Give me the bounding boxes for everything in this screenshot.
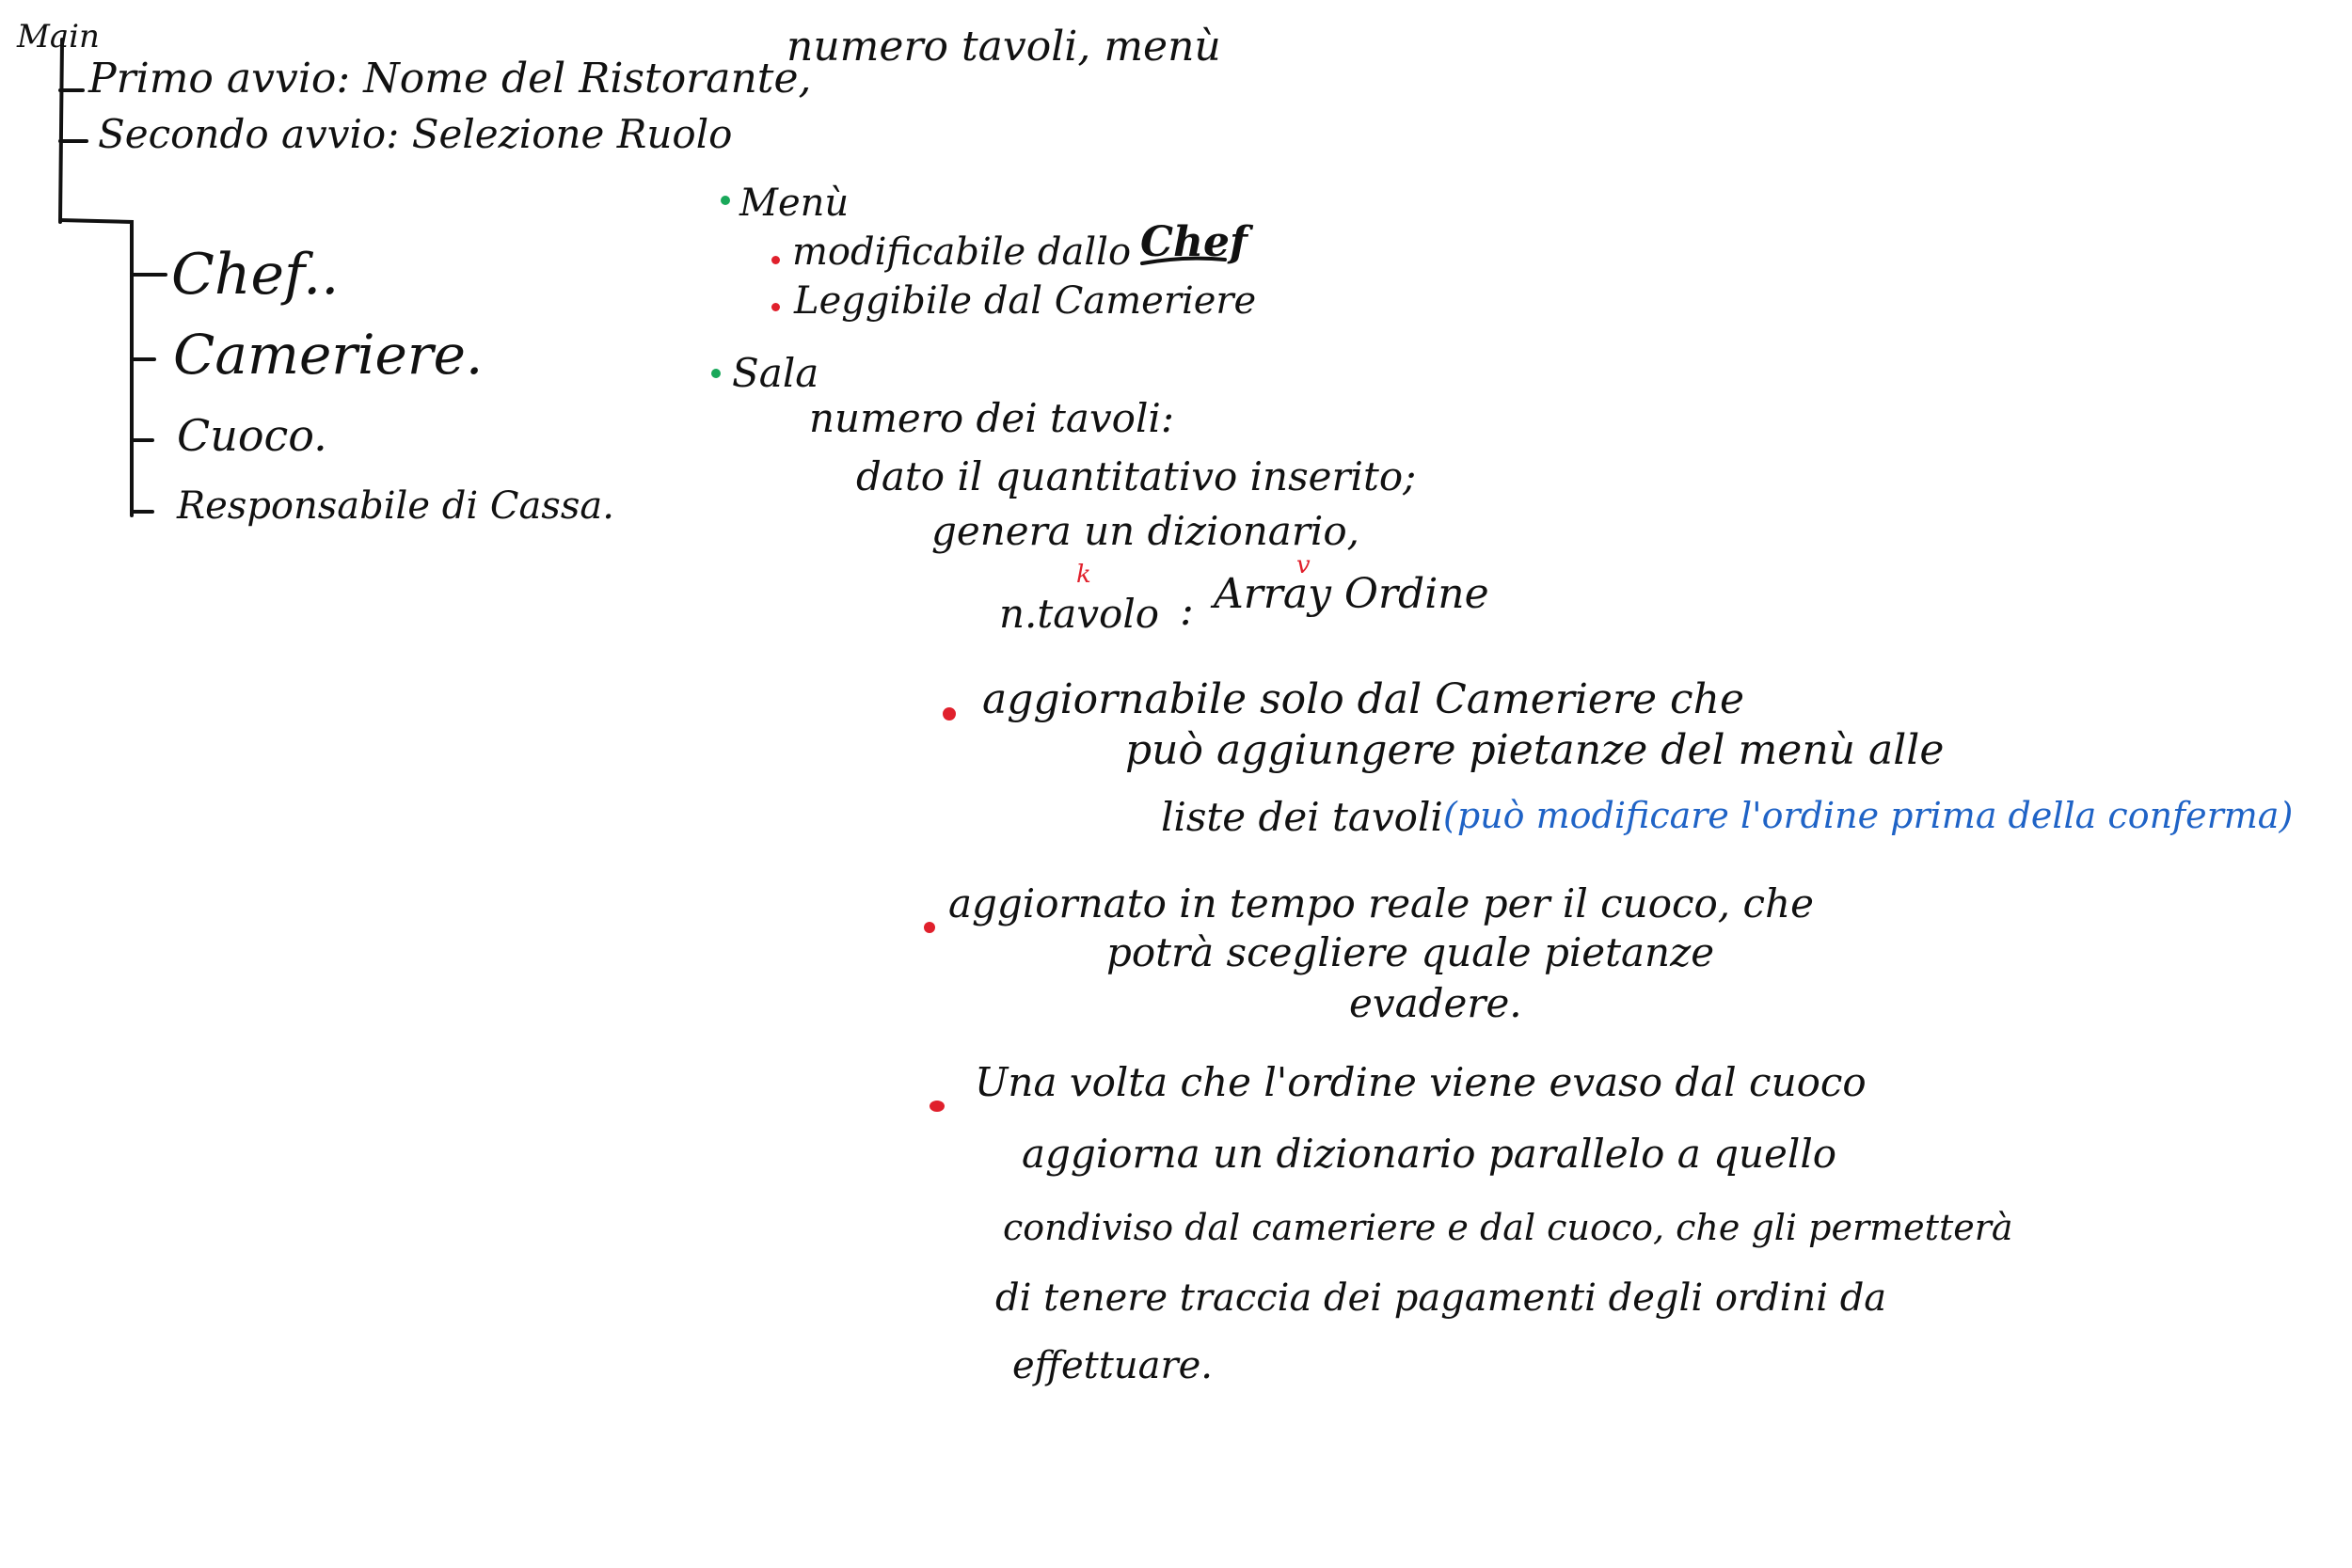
- menu-bullet: [721, 196, 730, 205]
- menu-item-bullet: [771, 303, 780, 311]
- note-bullet: [943, 707, 956, 721]
- note3-line2: aggiorna un dizionario parallelo a quell…: [1022, 1131, 1837, 1177]
- role-responsabile-cassa: Responsabile di Cassa.: [177, 484, 614, 528]
- note2-line1: aggiornato in tempo reale per il cuoco, …: [948, 880, 1814, 927]
- menu-item-leggibile: Leggibile dal Cameriere: [794, 279, 1257, 323]
- sala-title: Sala: [732, 350, 819, 396]
- note1-line3: liste dei tavoli: [1161, 794, 1443, 840]
- note2-line2: potrà scegliere quale pietanze: [1106, 929, 1715, 975]
- whiteboard-canvas: Main Primo avvio: Nome del Ristorante, n…: [0, 0, 2352, 1568]
- note3-line3: condiviso dal cameriere e dal cuoco, che…: [1003, 1207, 2013, 1248]
- dict-value-label: Array Ordine: [1214, 570, 1489, 618]
- key-marker: k: [1076, 561, 1091, 589]
- role-cuoco: Cuoco.: [177, 410, 327, 461]
- sala-line-numero-tavoli: numero dei tavoli:: [809, 395, 1174, 441]
- trunk-line: [58, 38, 64, 224]
- note1-line1: aggiornabile solo dal Cameriere che: [982, 675, 1745, 723]
- roles-connector: [58, 218, 134, 517]
- dict-key-label: n.tavolo: [999, 591, 1160, 637]
- note3-line5: effettuare.: [1012, 1344, 1213, 1387]
- sala-line-genera: genera un dizionario,: [931, 508, 1359, 554]
- role-cameriere: Cameriere.: [173, 323, 484, 387]
- note3-line1: Una volta che l'ordine viene evaso dal c…: [975, 1059, 1867, 1105]
- note1-line2: può aggiungere pietanze del menù alle: [1125, 726, 1945, 774]
- sala-line-dato: dato il quantitativo inserito;: [856, 453, 1417, 499]
- note3-line4: di tenere traccia dei pagamenti degli or…: [995, 1276, 1887, 1320]
- note-bullet: [924, 922, 935, 933]
- dict-separator: :: [1180, 587, 1194, 635]
- first-start-label: Primo avvio: Nome del Ristorante,: [88, 55, 812, 103]
- note-bullet: [930, 1101, 945, 1112]
- second-start-label: Secondo avvio: Selezione Ruolo: [98, 111, 733, 157]
- menu-item-bullet: [771, 256, 780, 264]
- menu-item-chef-emphasis: Chef: [1140, 218, 1248, 266]
- note2-line3: evadere.: [1349, 980, 1522, 1026]
- first-start-continuation: numero tavoli, menù: [787, 23, 1221, 71]
- menu-item-modificabile: modificabile dallo: [792, 230, 1132, 274]
- menu-title: Menù: [739, 182, 850, 225]
- sala-bullet: [711, 369, 721, 378]
- role-chef: Chef..: [171, 242, 340, 308]
- note1-blue-note: (può modificare l'ordine prima della con…: [1443, 795, 2294, 836]
- main-root-label: Main: [17, 18, 100, 55]
